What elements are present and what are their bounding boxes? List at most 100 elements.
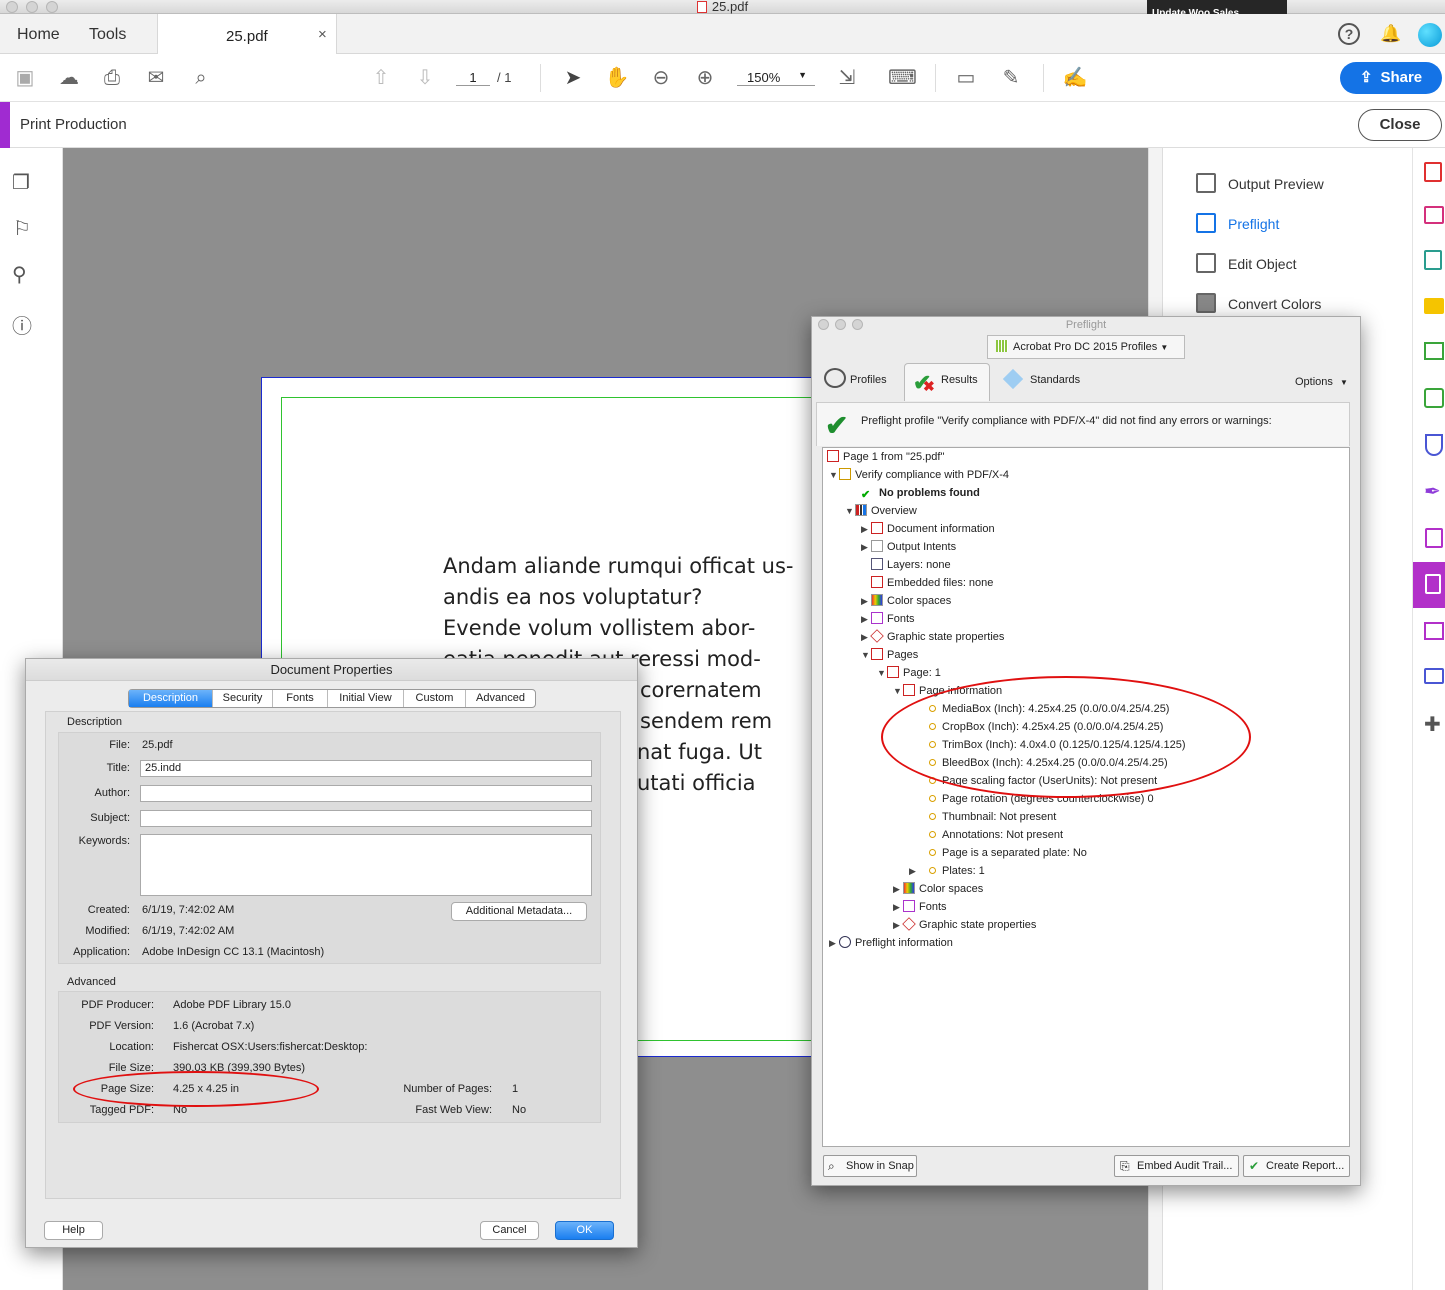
zoom-in-icon[interactable]: ⊕	[692, 65, 718, 91]
options-menu[interactable]: Options ▼	[1295, 367, 1348, 401]
prev-page-icon[interactable]: ⇧	[368, 65, 394, 91]
tree-node[interactable]: ▶ Graphic state properties	[893, 917, 1036, 933]
tree-node[interactable]: ▼ Verify compliance with PDF/X-4	[829, 467, 1009, 483]
print-icon[interactable]: ⎙	[99, 65, 125, 91]
tree-node[interactable]: ▼ Page: 1	[877, 665, 941, 681]
show-in-snap-button[interactable]: ⌕ Show in Snap	[823, 1155, 917, 1177]
attachment-icon[interactable]: ⚲	[12, 262, 27, 287]
comment-icon[interactable]: ▭	[953, 65, 979, 91]
keywords-field[interactable]	[140, 834, 592, 896]
convert-colors-item[interactable]: Convert Colors	[1196, 292, 1321, 316]
export-pdf-icon[interactable]	[1424, 250, 1442, 270]
tree-node[interactable]: Page is a separated plate: No	[929, 845, 1087, 861]
highlight-pen-icon[interactable]: ✎	[998, 65, 1024, 91]
title-field[interactable]: 25.indd	[140, 760, 592, 777]
hand-tool-icon[interactable]: ✋	[604, 65, 630, 91]
sign-icon[interactable]: ✍	[1062, 65, 1088, 91]
preflight-item[interactable]: Preflight	[1196, 212, 1279, 236]
select-arrow-icon[interactable]: ➤	[560, 65, 586, 91]
page-number-input[interactable]: 1	[456, 70, 490, 86]
rich-media-icon[interactable]	[1424, 668, 1444, 684]
more-tools-wrench-icon[interactable]: ✚	[1424, 712, 1445, 736]
tree-node[interactable]: ▶ Fonts	[861, 611, 915, 627]
email-icon[interactable]: ✉	[143, 65, 169, 91]
upload-icon[interactable]: ☁	[56, 65, 82, 91]
close-tool-button[interactable]: Close	[1358, 109, 1442, 141]
tab-profiles[interactable]: Profiles	[824, 365, 887, 399]
tab-fonts[interactable]: Fonts	[273, 690, 328, 707]
tab-custom[interactable]: Custom	[404, 690, 466, 707]
tab-description[interactable]: Description	[129, 690, 213, 707]
additional-metadata-button[interactable]: Additional Metadata...	[451, 902, 587, 921]
tree-node[interactable]: ▼ Overview	[845, 503, 917, 519]
tree-node[interactable]: ▶ Plates: 1	[909, 863, 985, 879]
save-icon[interactable]: ▣	[12, 65, 38, 91]
tab-document[interactable]: 25.pdf ×	[157, 14, 337, 55]
tree-node[interactable]: ▶ Color spaces	[893, 881, 983, 897]
tree-node[interactable]: ✔ No problems found	[861, 485, 980, 501]
tab-initial-view[interactable]: Initial View	[328, 690, 404, 707]
zoom-out-icon[interactable]: ⊖	[648, 65, 674, 91]
compress-pdf-icon[interactable]	[1424, 388, 1444, 408]
pages-icon[interactable]: ❐	[12, 170, 30, 195]
author-field[interactable]	[140, 785, 592, 802]
tab-security[interactable]: Security	[213, 690, 273, 707]
tree-node[interactable]: ▶ Output Intents	[861, 539, 956, 555]
create-pdf-icon[interactable]	[1424, 162, 1442, 182]
tree-node[interactable]: Page 1 from "25.pdf"	[827, 449, 944, 465]
protect-shield-icon[interactable]	[1425, 434, 1443, 456]
help-button[interactable]: Help	[44, 1221, 103, 1240]
tree-node[interactable]: Layers: none	[871, 557, 951, 573]
tab-standards[interactable]: Standards	[1002, 365, 1080, 399]
subject-field[interactable]	[140, 810, 592, 827]
edit-pdf-icon[interactable]	[1425, 528, 1443, 548]
document-properties-dialog: Document Properties Description Security…	[25, 658, 638, 1248]
find-icon[interactable]: ⌕	[188, 65, 214, 91]
close-tab-icon[interactable]: ×	[318, 26, 327, 43]
cancel-button[interactable]: Cancel	[480, 1221, 539, 1240]
number-of-pages-label: Number of Pages:	[403, 1083, 492, 1095]
print-production-rail-button[interactable]	[1413, 562, 1445, 608]
output-preview-item[interactable]: Output Preview	[1196, 172, 1324, 196]
zoom-dialog-button[interactable]	[852, 319, 863, 330]
tree-node[interactable]: Thumbnail: Not present	[929, 809, 1056, 825]
help-icon[interactable]: ?	[1338, 23, 1360, 45]
ok-button[interactable]: OK	[555, 1221, 614, 1240]
edit-object-item[interactable]: Edit Object	[1196, 252, 1296, 276]
tree-node[interactable]: ▶ Color spaces	[861, 593, 951, 609]
share-button[interactable]: ⇪ Share	[1340, 62, 1442, 94]
minimize-dialog-button[interactable]	[835, 319, 846, 330]
close-dialog-button[interactable]	[818, 319, 829, 330]
tree-node[interactable]: Embedded files: none	[871, 575, 993, 591]
bookmark-icon[interactable]: ⚐	[13, 216, 31, 241]
zoom-select[interactable]: 150% ▼	[737, 70, 815, 86]
next-page-icon[interactable]: ⇩	[412, 65, 438, 91]
organize-pages-icon[interactable]	[1424, 206, 1444, 224]
avatar[interactable]	[1418, 23, 1442, 47]
location-value: Fishercat OSX:Users:fishercat:Desktop:	[173, 1041, 368, 1053]
document-info-icon[interactable]: ⓘ	[12, 310, 32, 339]
tree-node[interactable]: Annotations: Not present	[929, 827, 1063, 843]
print-production-icon	[1425, 574, 1441, 594]
app-tab-bar: Home Tools 25.pdf × ? 🔔	[0, 14, 1445, 55]
fill-sign-icon[interactable]: ✒	[1424, 482, 1444, 502]
tree-node[interactable]: ▼ Pages	[861, 647, 918, 663]
tab-home[interactable]: Home	[17, 14, 60, 54]
tab-results[interactable]: ✔ ✖ Results	[904, 363, 990, 401]
create-report-button[interactable]: ✔ Create Report...	[1243, 1155, 1350, 1177]
tree-node[interactable]: ▶ Fonts	[893, 899, 947, 915]
combine-files-icon[interactable]	[1424, 342, 1444, 360]
page-fit-icon[interactable]: ⇲	[834, 65, 860, 91]
tree-node[interactable]: ▶ Document information	[861, 521, 995, 537]
comment-tool-icon[interactable]	[1424, 298, 1444, 314]
tab-tools[interactable]: Tools	[89, 14, 126, 54]
compare-files-icon[interactable]	[1424, 622, 1444, 640]
profile-library-dropdown[interactable]: Acrobat Pro DC 2015 Profiles ▼	[987, 335, 1185, 359]
preflight-message-text: Preflight profile "Verify compliance wit…	[861, 415, 1272, 427]
tab-advanced[interactable]: Advanced	[466, 690, 535, 707]
scroll-mode-icon[interactable]: ⌨	[888, 65, 917, 91]
bell-icon[interactable]: 🔔	[1380, 24, 1401, 44]
embed-audit-trail-button[interactable]: ⎘ Embed Audit Trail...	[1114, 1155, 1239, 1177]
tree-node[interactable]: ▶ Graphic state properties	[861, 629, 1004, 645]
tree-node[interactable]: ▶ Preflight information	[829, 935, 953, 951]
